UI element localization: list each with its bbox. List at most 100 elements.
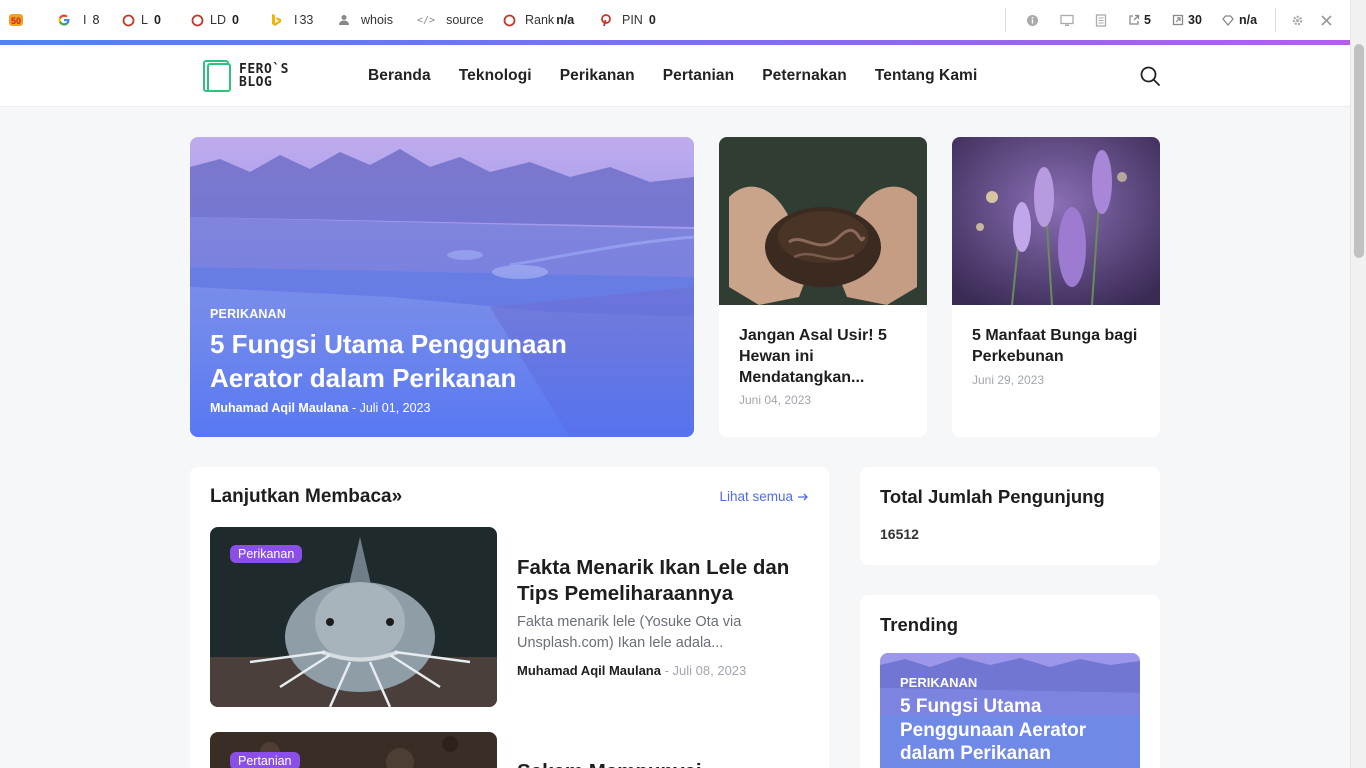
nav-item-pertanian[interactable]: Pertanian bbox=[663, 67, 735, 85]
diamond-icon bbox=[1222, 14, 1234, 26]
see-all-label: Lihat semua bbox=[719, 489, 793, 504]
hero-date: - Juli 01, 2023 bbox=[351, 401, 431, 415]
info-icon[interactable] bbox=[1026, 0, 1039, 40]
side-post-date: Juni 29, 2023 bbox=[972, 373, 1045, 387]
circle-icon bbox=[191, 14, 204, 27]
post-title[interactable]: Sekam Mempunyai bbox=[517, 759, 809, 768]
pin-label: PIN bbox=[622, 13, 643, 27]
post-excerpt: Fakta menarik lele (Yosuke Ota via Unspl… bbox=[517, 614, 742, 651]
source-label: source bbox=[446, 13, 484, 27]
soil-hands-image bbox=[719, 137, 927, 305]
ld-item[interactable]: LD 0 bbox=[191, 0, 239, 40]
bing-index-item[interactable]: I 33 bbox=[270, 0, 313, 40]
nav-item-tentang-kami[interactable]: Tentang Kami bbox=[875, 67, 978, 85]
page-scrollbar[interactable] bbox=[1350, 0, 1366, 768]
side-post-date: Juni 04, 2023 bbox=[739, 393, 812, 407]
diamond-value: n/a bbox=[1239, 13, 1258, 27]
rank-item[interactable]: Rank n/a bbox=[503, 0, 574, 40]
rank-value: n/a bbox=[556, 13, 575, 27]
links-label: L bbox=[141, 13, 148, 27]
post-meta: Muhamad Aqil Maulana - Juli 08, 2023 bbox=[517, 663, 746, 678]
trending-title[interactable]: 5 Fungsi Utama Penggunaan Aerator dalam … bbox=[900, 695, 1130, 766]
notebook-logo-icon bbox=[203, 60, 231, 92]
logo-text: FERO`S BLOG bbox=[239, 63, 289, 89]
gear-icon[interactable] bbox=[1291, 0, 1304, 40]
site-logo[interactable]: FERO`S BLOG bbox=[203, 59, 289, 93]
hero-title[interactable]: 5 Fungsi Utama Penggunaan Aerator dalam … bbox=[210, 327, 630, 395]
site-header: FERO`S BLOG Beranda Teknologi Perikanan … bbox=[0, 45, 1350, 107]
nav-item-peternakan[interactable]: Peternakan bbox=[762, 67, 847, 85]
external-link-icon bbox=[1128, 14, 1140, 26]
section-title: Lanjutkan Membaca» bbox=[210, 486, 403, 507]
seo-toolbar: 50 I 8 L 0 LD 0 I 33 whois </> source Ra… bbox=[0, 0, 1350, 40]
diamond-item[interactable]: n/a bbox=[1222, 0, 1257, 40]
search-icon bbox=[1140, 66, 1160, 86]
google-icon bbox=[58, 14, 70, 26]
external-links-item[interactable]: 5 bbox=[1128, 0, 1151, 40]
side-post-card[interactable]: Jangan Asal Usir! 5 Hewan ini Mendatangk… bbox=[719, 137, 927, 437]
internal-links-item[interactable]: 30 bbox=[1172, 0, 1202, 40]
close-icon[interactable] bbox=[1320, 0, 1333, 40]
internal-links-value: 30 bbox=[1188, 13, 1202, 27]
see-all-link[interactable]: Lihat semua bbox=[719, 489, 809, 504]
nav-item-perikanan[interactable]: Perikanan bbox=[560, 67, 635, 85]
arrow-right-icon bbox=[798, 493, 808, 500]
side-post-title[interactable]: Jangan Asal Usir! 5 Hewan ini Mendatangk… bbox=[739, 325, 909, 388]
visitor-count: 16512 bbox=[880, 526, 919, 542]
trending-widget: Trending PERIKANAN 5 Fungsi Utama Penggu… bbox=[860, 595, 1160, 768]
pinterest-icon bbox=[600, 13, 612, 27]
visitor-counter-widget: Total Jumlah Pengunjung 16512 bbox=[860, 467, 1160, 565]
internal-link-icon bbox=[1172, 14, 1184, 26]
hero-category[interactable]: PERIKANAN bbox=[210, 307, 286, 321]
trending-post[interactable]: PERIKANAN 5 Fungsi Utama Penggunaan Aera… bbox=[880, 653, 1140, 768]
google-index-value: 8 bbox=[92, 13, 100, 27]
google-index-item[interactable]: I 8 bbox=[57, 0, 99, 40]
nav-item-teknologi[interactable]: Teknologi bbox=[459, 67, 532, 85]
document-icon[interactable] bbox=[1095, 0, 1107, 40]
toolbar-divider bbox=[1275, 8, 1276, 32]
trending-category[interactable]: PERIKANAN bbox=[900, 675, 977, 690]
pin-item[interactable]: PIN 0 bbox=[600, 0, 656, 40]
links-item[interactable]: L 0 bbox=[122, 0, 161, 40]
nav-item-beranda[interactable]: Beranda bbox=[368, 67, 431, 85]
circle-icon bbox=[122, 14, 135, 27]
toolbar-divider bbox=[1005, 8, 1006, 32]
search-button[interactable] bbox=[1138, 64, 1162, 88]
external-links-value: 5 bbox=[1144, 13, 1151, 27]
post-category-tag[interactable]: Pertanian bbox=[230, 752, 300, 768]
google-index-label: I bbox=[83, 13, 87, 27]
bing-icon bbox=[270, 13, 282, 27]
whois-label: whois bbox=[361, 13, 393, 27]
hero-author[interactable]: Muhamad Aqil Maulana bbox=[210, 401, 348, 415]
widget-title: Total Jumlah Pengunjung bbox=[880, 486, 1105, 507]
person-icon bbox=[338, 14, 350, 26]
logo-line-2: BLOG bbox=[239, 75, 273, 90]
featured-post[interactable]: PERIKANAN 5 Fungsi Utama Penggunaan Aera… bbox=[190, 137, 694, 437]
seoquake-logo-icon[interactable]: 50 bbox=[8, 0, 24, 40]
post-category-tag[interactable]: Perikanan bbox=[230, 545, 303, 563]
lavender-image bbox=[952, 137, 1160, 306]
ld-label: LD bbox=[210, 13, 226, 27]
code-icon: </> bbox=[417, 14, 436, 26]
post-date: - Juli 08, 2023 bbox=[664, 663, 747, 678]
links-value: 0 bbox=[153, 13, 161, 27]
whois-item[interactable]: whois bbox=[338, 0, 393, 40]
pin-value: 0 bbox=[648, 13, 656, 27]
svg-text:50: 50 bbox=[11, 16, 21, 26]
widget-title: Trending bbox=[880, 614, 959, 635]
source-item[interactable]: </> source bbox=[417, 0, 484, 40]
main-nav: Beranda Teknologi Perikanan Pertanian Pe… bbox=[368, 45, 977, 107]
bing-index-value: 33 bbox=[299, 13, 314, 27]
post-author[interactable]: Muhamad Aqil Maulana bbox=[517, 663, 661, 678]
post-thumbnail[interactable]: Pertanian bbox=[210, 732, 497, 768]
ld-value: 0 bbox=[231, 13, 239, 27]
scrollbar-thumb[interactable] bbox=[1354, 44, 1364, 258]
rank-label: Rank bbox=[525, 13, 555, 27]
monitor-icon[interactable] bbox=[1060, 0, 1074, 40]
side-post-title[interactable]: 5 Manfaat Bunga bagi Perkebunan bbox=[972, 325, 1142, 367]
hero-meta: Muhamad Aqil Maulana - Juli 01, 2023 bbox=[210, 401, 430, 415]
post-thumbnail[interactable]: Perikanan bbox=[210, 527, 497, 707]
post-title[interactable]: Fakta Menarik Ikan Lele dan Tips Pemelih… bbox=[517, 555, 809, 607]
side-post-card[interactable]: 5 Manfaat Bunga bagi Perkebunan Juni 29,… bbox=[952, 137, 1160, 437]
circle-icon bbox=[503, 14, 516, 27]
